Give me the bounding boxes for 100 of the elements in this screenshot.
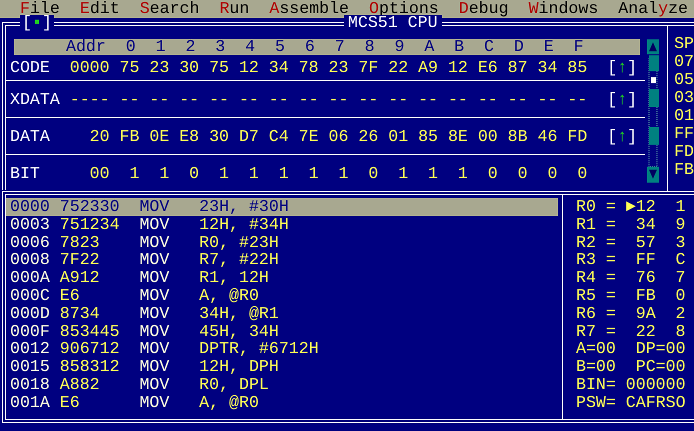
value-cell-text: 1: [248, 164, 259, 182]
mnemonic-cell-text: MOV: [139, 198, 170, 216]
value-cell-text: 0: [516, 164, 528, 182]
menu-item[interactable]: Analyze: [618, 0, 688, 18]
disassembly-row[interactable]: 000A A912 MOV R1, 12H: [6, 269, 558, 287]
value-cell-text: 1: [456, 164, 468, 182]
menu-item[interactable]: Windows: [528, 0, 598, 18]
value-cell-text: --: [506, 90, 528, 108]
menu-item[interactable]: Search: [140, 0, 200, 18]
value-cell-text: --: [536, 90, 558, 108]
value-cell-text: 1: [308, 164, 319, 182]
value-cell-text: 87: [506, 58, 528, 77]
disassembly-row[interactable]: 000C E6 MOV A, @R0: [6, 286, 558, 305]
value-cell-text: 23: [148, 58, 170, 77]
register-label: R3 =: [576, 251, 616, 270]
address-cell-text: 00: [88, 164, 110, 182]
menu-item[interactable]: Assemble: [269, 0, 350, 18]
disassembly-row[interactable]: 0018 A882 MOV R0, DPL: [6, 376, 558, 394]
register-label: R0 =: [576, 198, 616, 216]
pointer-marker: ►: [624, 198, 636, 216]
register-value: 1: [676, 198, 686, 216]
status-line: B=00 PC=00: [576, 358, 687, 376]
row-label: CODE: [10, 58, 51, 77]
menu-item[interactable]: Debug: [458, 0, 509, 18]
address-cell-text: 000D: [10, 304, 51, 323]
register-label: R6 =: [576, 304, 616, 323]
address-cell-text: 000A: [10, 269, 51, 287]
disassembly-row[interactable]: 0008 7F22 MOV R7, #22H: [6, 251, 558, 270]
disassembly-row[interactable]: 0006 7823 MOV R0, #23H: [6, 234, 558, 252]
value-cell-text: 85: [566, 58, 588, 77]
value-cell-text: 1: [128, 164, 140, 182]
operand-cell: R7, #22H: [199, 251, 279, 270]
register-label: R7 =: [576, 322, 616, 340]
stack-value: FD: [674, 143, 694, 161]
disassembly-row[interactable]: 0012 906712 MOV DPTR, #6712H: [6, 340, 558, 358]
stack-value: FF: [674, 125, 694, 143]
operand-cell: R0, DPL: [199, 376, 269, 394]
mnemonic-cell-text: MOV: [139, 269, 170, 287]
value-cell-text: 75: [208, 58, 229, 77]
column-header: D: [512, 39, 524, 55]
opcode-cell-text: 858312: [60, 358, 121, 376]
opcode-cell-text: 751234: [60, 216, 121, 234]
disassembly-row[interactable]: 000D 8734 MOV 34H, @R1: [6, 304, 558, 323]
disassembly-row[interactable]: 0000 752330 MOV 23H, #30H: [6, 198, 558, 216]
value-cell-text: 22: [387, 58, 408, 77]
operand-cell: R1, 12H: [199, 269, 269, 287]
operand-cell: 34H, @R1: [199, 304, 279, 323]
scroll-up-button[interactable]: [↑]: [607, 126, 638, 146]
register-value: C: [676, 251, 686, 270]
disassembly-row[interactable]: 001A E6 MOV A, @R0: [6, 394, 558, 412]
value-cell-text: --: [357, 90, 378, 108]
close-button[interactable]: [▪]: [20, 15, 54, 31]
column-header: Addr: [66, 39, 106, 55]
value-cell-text: 78: [298, 58, 319, 77]
address-cell-text: 000F: [10, 322, 51, 340]
register-label: R5 =: [576, 286, 616, 305]
value-cell-text: --: [208, 90, 229, 108]
menu-item[interactable]: Run: [219, 0, 250, 18]
value-cell-text: --: [566, 90, 588, 108]
value-cell-text: --: [238, 90, 259, 108]
scroll-up-button[interactable]: [↑]: [607, 90, 638, 108]
scroll-up-button[interactable]: [↑]: [607, 58, 638, 77]
stack-value: 01: [674, 107, 694, 125]
value-cell-text: 0: [486, 164, 498, 182]
address-cell-text: 0012: [10, 340, 51, 358]
mnemonic-cell-text: MOV: [139, 358, 170, 376]
value-cell-text: 06: [328, 126, 348, 146]
register-value: 22: [636, 322, 656, 340]
stack-value: FB: [674, 161, 694, 179]
value-cell-text: 8E: [446, 126, 468, 146]
operand-cell: 45H, 34H: [199, 322, 279, 340]
column-header: F: [572, 39, 584, 55]
value-cell-text: 0: [188, 164, 200, 182]
scroll-bar[interactable]: [647, 39, 660, 185]
opcode-cell-text: 8734: [60, 304, 101, 323]
value-cell-text: 01: [387, 126, 408, 146]
address-cell: 0000: [70, 58, 110, 77]
status-line: PSW= CAFRSO: [576, 394, 687, 412]
column-header: E: [542, 39, 554, 55]
operand-cell: A, @R0: [199, 286, 259, 305]
address-cell: ----: [70, 90, 110, 108]
disassembly-row[interactable]: 0015 858312 MOV 12H, DPH: [6, 358, 558, 376]
disassembly-row[interactable]: 000F 853445 MOV 45H, 34H: [6, 322, 558, 340]
value-cell-text: 85: [417, 126, 438, 146]
mnemonic-cell-text: MOV: [139, 322, 170, 340]
value-cell-text: E8: [178, 126, 200, 146]
value-cell-text: --: [387, 90, 408, 108]
row-label: XDATA: [10, 90, 61, 108]
value-cell-text: 1: [337, 164, 348, 182]
value-cell-text: --: [118, 90, 140, 108]
column-header: C: [483, 39, 494, 55]
operand-cell: A, @R0: [199, 394, 259, 412]
operand-cell: R0, #23H: [199, 234, 279, 252]
register-value: 9: [676, 216, 686, 234]
menu-item[interactable]: Edit: [80, 0, 120, 18]
register-value: FB: [636, 286, 656, 305]
opcode-cell-text: 853445: [60, 322, 121, 340]
value-cell-text: 1: [427, 164, 438, 182]
address-cell-text: 001A: [10, 394, 51, 412]
disassembly-row[interactable]: 0003 751234 MOV 12H, #34H: [6, 216, 558, 234]
